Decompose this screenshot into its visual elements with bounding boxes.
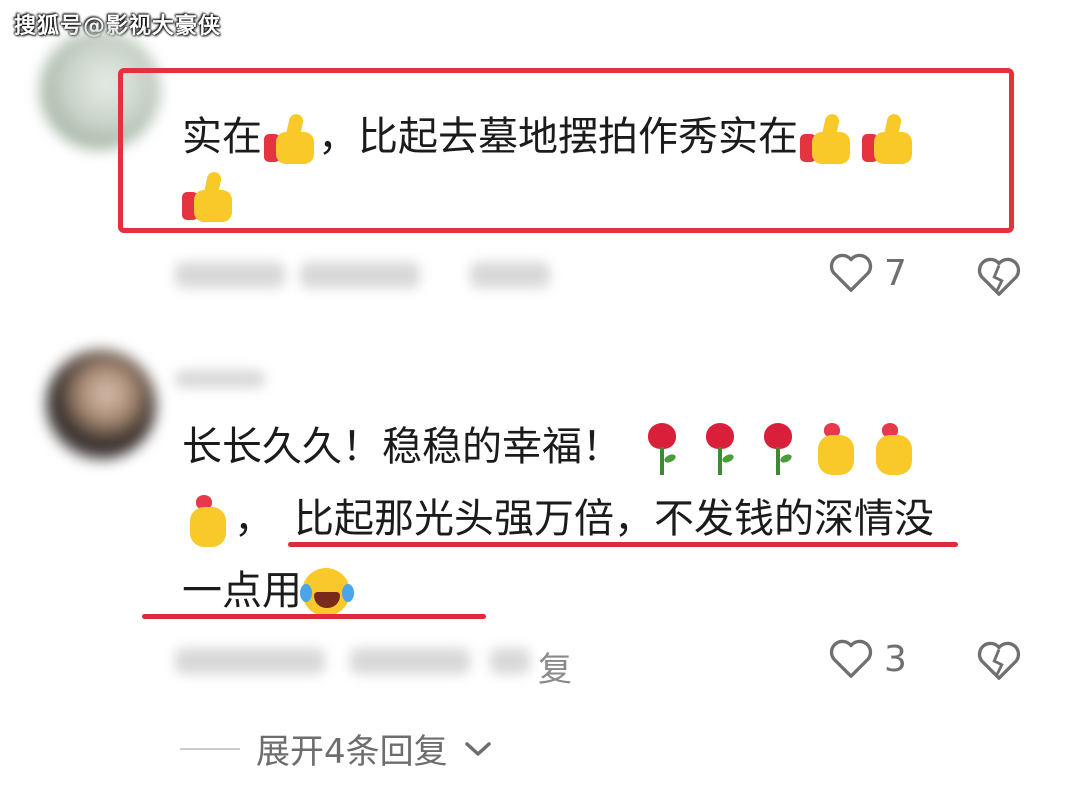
blurred-meta — [490, 648, 530, 674]
comment-1-text: 实在 ，比起去墓地摆拍作秀实在 — [182, 108, 916, 166]
comment-1-like[interactable]: 7 — [828, 252, 907, 294]
broken-heart-icon[interactable] — [976, 256, 1022, 298]
reply-button[interactable]: 复 — [538, 642, 572, 691]
like-count: 3 — [884, 638, 907, 680]
comment-2-line3: 一点用 — [182, 562, 354, 620]
emoji-group — [798, 112, 916, 166]
heart-outline-icon[interactable] — [828, 638, 874, 680]
heart-outline-icon[interactable] — [828, 252, 874, 294]
broken-heart-icon[interactable] — [976, 640, 1022, 682]
avatar[interactable] — [46, 350, 156, 460]
blurred-meta — [350, 648, 470, 674]
reply-button-blurred[interactable] — [470, 262, 550, 288]
thumbs-up-emoji — [798, 112, 854, 166]
divider-line — [180, 747, 240, 750]
blurred-username — [175, 370, 265, 388]
rose-emoji — [694, 421, 746, 477]
comment-1-emoji-line2 — [180, 170, 236, 224]
finger-heart-emoji — [868, 421, 920, 477]
comment-2-text-part2: ， — [234, 496, 274, 542]
comment-1-text-part2: ，比起去墓地摆拍作秀实在 — [318, 114, 798, 160]
comment-2-text-part3: 比起那光头强万倍，不发钱的深情没 — [294, 496, 934, 542]
underline-annotation — [142, 614, 486, 619]
blurred-meta — [175, 262, 285, 288]
thumbs-up-emoji — [262, 112, 318, 166]
underline-annotation — [288, 542, 958, 547]
chevron-down-icon[interactable] — [464, 739, 492, 759]
finger-heart-emoji — [810, 421, 862, 477]
comment-2-line2: ， 比起那光头强万倍，不发钱的深情没 — [182, 490, 934, 549]
expand-replies-label[interactable]: 展开4条回复 — [256, 724, 448, 773]
comment-2-line1: 长长久久！稳稳的幸福！ — [182, 418, 920, 477]
thumbs-up-emoji — [860, 112, 916, 166]
laughing-crying-emoji — [300, 568, 354, 618]
comment-2-text-part1: 长长久久！稳稳的幸福！ — [182, 424, 622, 470]
comment-1-text-part1: 实在 — [182, 114, 262, 160]
rose-emoji — [636, 421, 688, 477]
expand-replies[interactable]: 展开4条回复 — [180, 724, 492, 773]
comment-2-text-part4: 一点用 — [182, 568, 302, 614]
thumbs-up-emoji — [180, 170, 236, 224]
blurred-meta — [175, 648, 325, 674]
emoji-group — [636, 421, 920, 477]
rose-emoji — [752, 421, 804, 477]
comment-2-like[interactable]: 3 — [828, 638, 907, 680]
like-count: 7 — [884, 252, 907, 294]
blurred-meta — [300, 262, 420, 288]
finger-heart-emoji — [182, 493, 234, 549]
